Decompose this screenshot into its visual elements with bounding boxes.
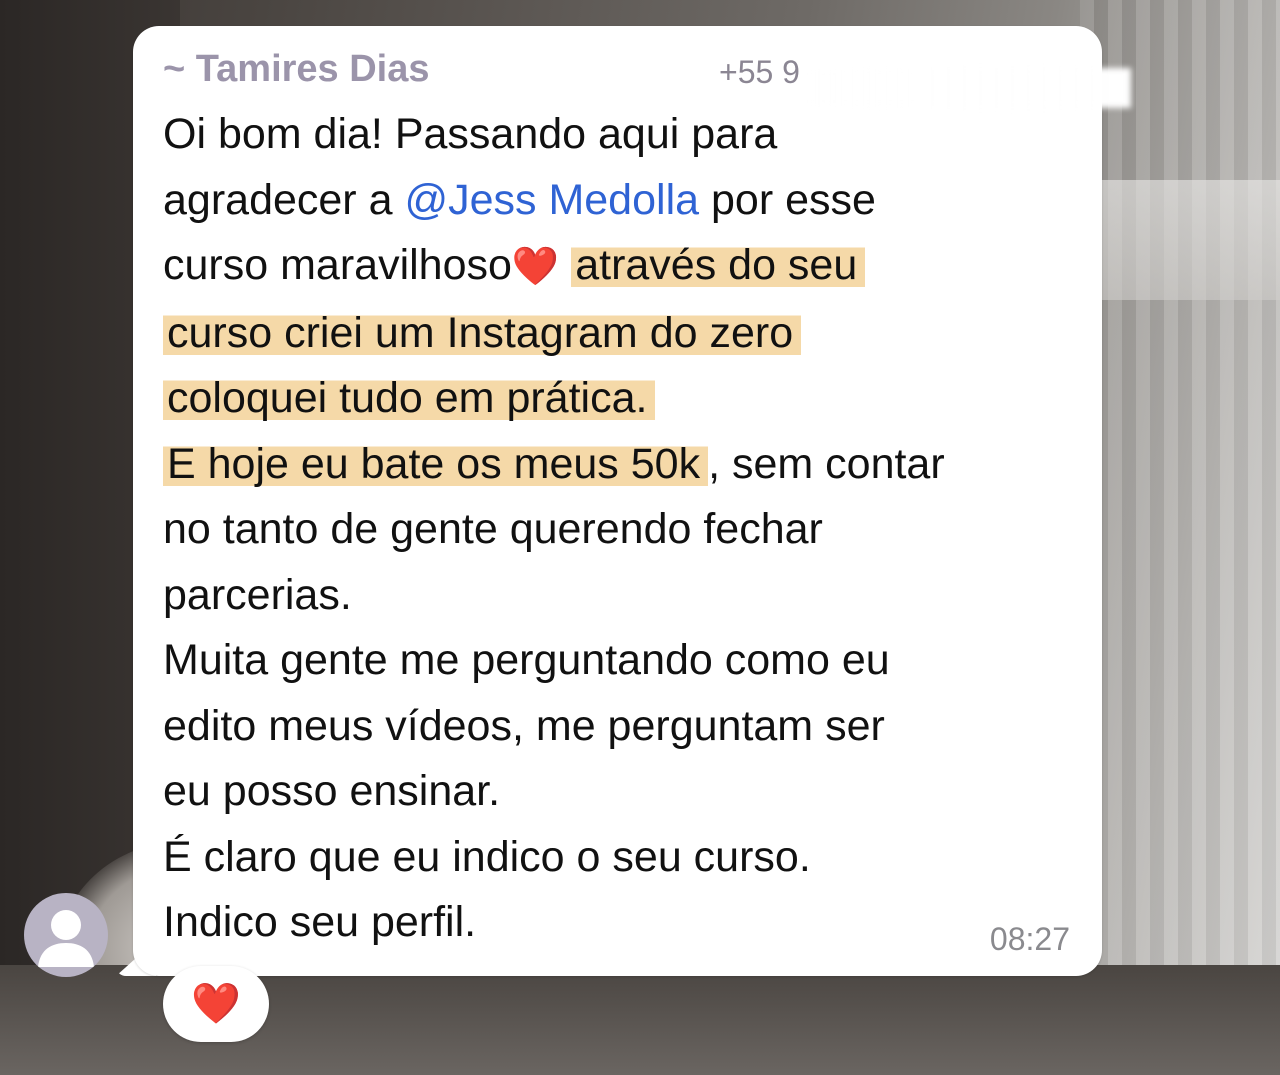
sender-phone: +55 9 [719,54,800,90]
background-window-blind [1080,0,1280,1075]
message-text-segment: , sem contar no tanto de gente querendo … [163,439,945,947]
sender-name[interactable]: ~ Tamires Dias [163,48,430,91]
default-user-avatar-icon [38,910,94,967]
message-text: Oi bom dia! Passando aqui para agradecer… [163,102,1083,956]
heart-reaction-icon: ❤️ [191,982,241,1026]
background-shelf [1090,180,1280,300]
message-text-segment [559,241,571,289]
reaction-badge[interactable]: ❤️ [163,966,269,1042]
heart-emoji-icon: ❤️ [511,246,560,288]
mention-link[interactable]: @Jess Medolla [404,176,699,224]
message-timestamp: 08:27 [989,921,1070,957]
sender-avatar[interactable] [24,893,108,977]
sender-header: ~ Tamires Dias +55 9 [163,44,1131,108]
message-bubble[interactable]: ~ Tamires Dias +55 9 Oi bom dia! Passand… [133,26,1131,976]
highlighted-text: E hoje eu bate os meus 50k [163,439,709,488]
